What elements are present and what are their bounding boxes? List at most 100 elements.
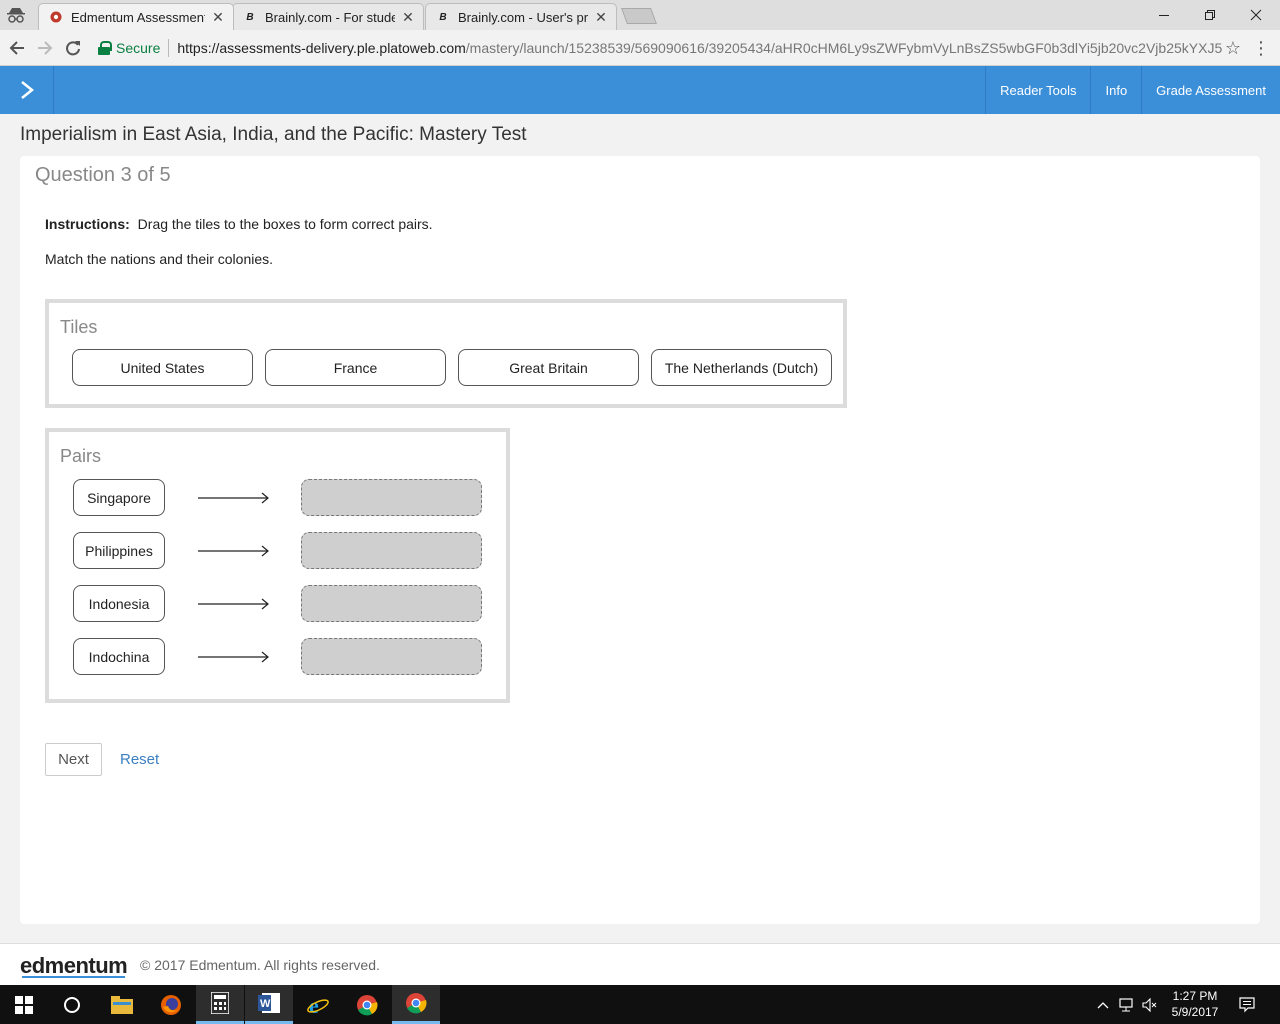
- internet-explorer-icon: e: [307, 994, 329, 1016]
- action-center-button[interactable]: [1234, 985, 1260, 1024]
- show-hidden-icons-button[interactable]: [1094, 985, 1112, 1024]
- next-button[interactable]: Next: [45, 743, 102, 776]
- incognito-icon: [7, 8, 25, 23]
- network-button[interactable]: [1116, 985, 1136, 1024]
- tab-title: Brainly.com - User's profi: [458, 9, 588, 25]
- chrome-icon: [406, 993, 427, 1014]
- close-tab-icon[interactable]: ✕: [401, 9, 415, 26]
- notification-icon: [1239, 996, 1255, 1012]
- pair-key-indonesia: Indonesia: [73, 585, 165, 622]
- arrow-right-icon: [198, 598, 269, 610]
- bookmark-star-icon[interactable]: ☆: [1222, 38, 1244, 59]
- reload-button[interactable]: [62, 37, 84, 59]
- chrome-button[interactable]: [343, 985, 391, 1024]
- secure-label: Secure: [116, 40, 161, 56]
- word-button[interactable]: W: [245, 985, 293, 1024]
- pairs-title: Pairs: [60, 446, 102, 466]
- volume-muted-icon: [1142, 997, 1157, 1012]
- page-title: Imperialism in East Asia, India, and the…: [20, 124, 527, 145]
- firefox-button[interactable]: [147, 985, 195, 1024]
- tab-brainly-profile[interactable]: B Brainly.com - User's profi ✕: [425, 3, 617, 30]
- chevron-up-icon: [1097, 1001, 1109, 1008]
- pair-key-singapore: Singapore: [73, 479, 165, 516]
- calculator-icon: [211, 992, 229, 1014]
- expand-sidebar-button[interactable]: [0, 66, 54, 114]
- tab-edmentum-assessments[interactable]: Edmentum Assessments ✕: [38, 3, 234, 30]
- drop-zone-indonesia[interactable]: [301, 585, 482, 622]
- firefox-icon: [161, 994, 181, 1015]
- windows-taskbar: W e 1:27 PM 5/9/2017: [0, 985, 1280, 1024]
- edmentum-icon: [49, 10, 63, 24]
- close-tab-icon[interactable]: ✕: [211, 9, 225, 26]
- pairs-panel: Pairs Singapore Philippines Indonesia In…: [45, 428, 510, 703]
- arrow-right-icon: [198, 651, 269, 663]
- back-button[interactable]: [6, 37, 28, 59]
- restore-button[interactable]: [1187, 0, 1233, 30]
- close-icon: [1250, 9, 1262, 21]
- reader-tools-button[interactable]: Reader Tools: [985, 66, 1090, 114]
- grade-assessment-button[interactable]: Grade Assessment: [1141, 66, 1280, 114]
- reset-link[interactable]: Reset: [120, 751, 159, 768]
- back-arrow-icon: [9, 41, 24, 55]
- page-footer: edmentum © 2017 Edmentum. All rights res…: [0, 943, 1280, 985]
- reload-icon: [66, 41, 80, 56]
- tiles-title: Tiles: [60, 317, 98, 337]
- start-button[interactable]: [0, 985, 48, 1024]
- close-tab-icon[interactable]: ✕: [594, 9, 608, 26]
- search-circle-icon: [64, 996, 80, 1013]
- tiles-panel: Tiles United States France Great Britain…: [45, 299, 847, 408]
- tile-france[interactable]: France: [265, 349, 446, 386]
- copyright-text: © 2017 Edmentum. All rights reserved.: [140, 957, 380, 973]
- instructions-label: Instructions:: [45, 216, 130, 232]
- clock-date: 5/9/2017: [1171, 1005, 1219, 1019]
- arrow-right-icon: [198, 545, 269, 557]
- pair-key-philippines: Philippines: [73, 532, 165, 569]
- chrome-active-button[interactable]: [392, 985, 440, 1024]
- svg-text:e: e: [309, 994, 319, 1016]
- app-nav: Reader Tools Info Grade Assessment: [985, 66, 1280, 114]
- minimize-icon: [1159, 15, 1169, 16]
- tab-brainly-students[interactable]: B Brainly.com - For studen ✕: [232, 3, 424, 30]
- word-icon: W: [258, 993, 280, 1013]
- url-host: assessments-delivery.ple.platoweb.com: [219, 40, 466, 56]
- arrow-right-icon: [198, 492, 269, 504]
- tile-united-states[interactable]: United States: [72, 349, 253, 386]
- internet-explorer-button[interactable]: e: [294, 985, 342, 1024]
- url-text: https://assessments-delivery.ple.platowe…: [177, 40, 1222, 56]
- question-prompt: Match the nations and their colonies.: [45, 251, 274, 267]
- cortana-button[interactable]: [48, 985, 96, 1024]
- instructions-text: Drag the tiles to the boxes to form corr…: [137, 216, 433, 232]
- file-explorer-button[interactable]: [98, 985, 146, 1024]
- tile-the-netherlands[interactable]: The Netherlands (Dutch): [651, 349, 832, 386]
- brainly-icon: B: [246, 11, 254, 23]
- chrome-icon: [357, 994, 378, 1015]
- new-tab-button[interactable]: [621, 8, 657, 24]
- tab-title: Edmentum Assessments: [71, 9, 205, 25]
- drop-zone-singapore[interactable]: [301, 479, 482, 516]
- restore-icon: [1205, 10, 1215, 20]
- drop-zone-indochina[interactable]: [301, 638, 482, 675]
- question-card: Question 3 of 5 Instructions: Drag the t…: [20, 156, 1260, 924]
- tab-title: Brainly.com - For studen: [265, 9, 395, 25]
- forward-button[interactable]: [34, 37, 56, 59]
- taskbar-clock[interactable]: 1:27 PM 5/9/2017: [1160, 988, 1230, 1020]
- clock-time: 1:27 PM: [1172, 989, 1218, 1003]
- chevron-right-icon: [20, 81, 34, 99]
- question-counter: Question 3 of 5: [35, 164, 171, 186]
- browser-menu-icon[interactable]: ⋮: [1252, 38, 1270, 59]
- url-scheme: https://: [177, 40, 220, 56]
- volume-button[interactable]: [1140, 985, 1160, 1024]
- close-window-button[interactable]: [1233, 0, 1279, 30]
- divider: [168, 39, 170, 57]
- url-path: /mastery/launch/15238539/569090616/39205…: [465, 40, 1222, 56]
- calculator-button[interactable]: [196, 985, 244, 1024]
- folder-icon: [111, 995, 133, 1014]
- edmentum-logo: edmentum: [20, 953, 128, 978]
- browser-tab-strip: Edmentum Assessments ✕ B Brainly.com - F…: [0, 0, 1280, 30]
- info-button[interactable]: Info: [1090, 66, 1141, 114]
- address-bar[interactable]: Secure https://assessments-delivery.ple.…: [92, 35, 1244, 61]
- drop-zone-philippines[interactable]: [301, 532, 482, 569]
- forward-arrow-icon: [38, 41, 53, 55]
- minimize-button[interactable]: [1141, 0, 1187, 30]
- tile-great-britain[interactable]: Great Britain: [458, 349, 639, 386]
